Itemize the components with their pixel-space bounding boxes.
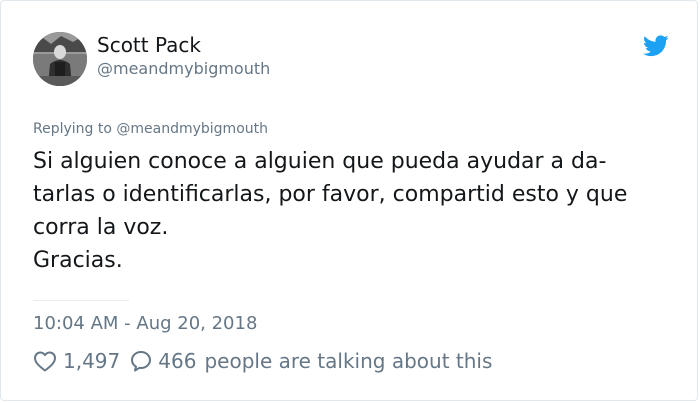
twitter-bird-icon[interactable] (643, 35, 669, 57)
talking-about-text[interactable]: people are talking about this (204, 349, 492, 373)
divider (33, 300, 129, 301)
reply-context[interactable]: Replying to @meandmybigmouth (33, 120, 268, 138)
tweet-text-line: Gracias. (33, 248, 123, 273)
heart-icon[interactable] (33, 350, 57, 372)
author-name[interactable]: Scott Pack (97, 33, 201, 57)
tweet-text-line: Si alguien conoce a alguien que pueda ay… (33, 149, 607, 174)
like-count[interactable]: 1,497 (63, 349, 120, 373)
reply-count[interactable]: 466 (158, 349, 196, 373)
speech-bubble-icon[interactable] (130, 350, 152, 372)
author-handle[interactable]: @meandmybigmouth (97, 59, 270, 79)
engagement-bar: 1,497 466 people are talking about this (33, 347, 492, 375)
avatar-photo (33, 32, 87, 86)
tweet-timestamp[interactable]: 10:04 AM - Aug 20, 2018 (33, 313, 257, 335)
tweet-text: Si alguien conoce a alguien que pueda ay… (33, 145, 673, 277)
tweet-card: Scott Pack @meandmybigmouth Replying to … (0, 0, 698, 401)
avatar[interactable] (33, 32, 87, 86)
tweet-text-line: tarlas o identificarlas, por favor, comp… (33, 182, 628, 207)
tweet-text-line: corra la voz. (33, 215, 169, 240)
